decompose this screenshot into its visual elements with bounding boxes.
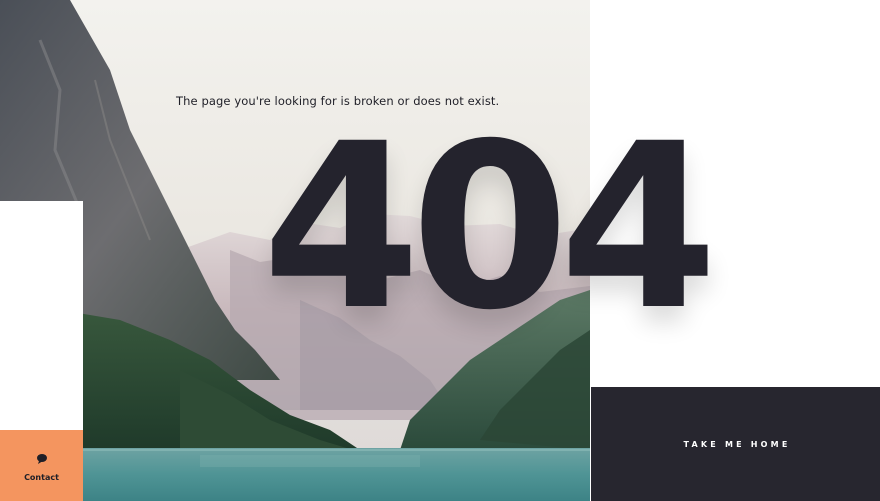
take-me-home-label: TAKE ME HOME xyxy=(683,439,791,449)
take-me-home-button[interactable]: TAKE ME HOME xyxy=(591,387,880,501)
error-page: The page you're looking for is broken or… xyxy=(0,0,880,501)
contact-label: Contact xyxy=(24,473,59,482)
contact-button[interactable]: Contact xyxy=(0,430,83,501)
error-code-404: 404 xyxy=(262,94,718,360)
chat-bubble-icon xyxy=(36,454,47,464)
left-white-panel xyxy=(0,201,83,430)
